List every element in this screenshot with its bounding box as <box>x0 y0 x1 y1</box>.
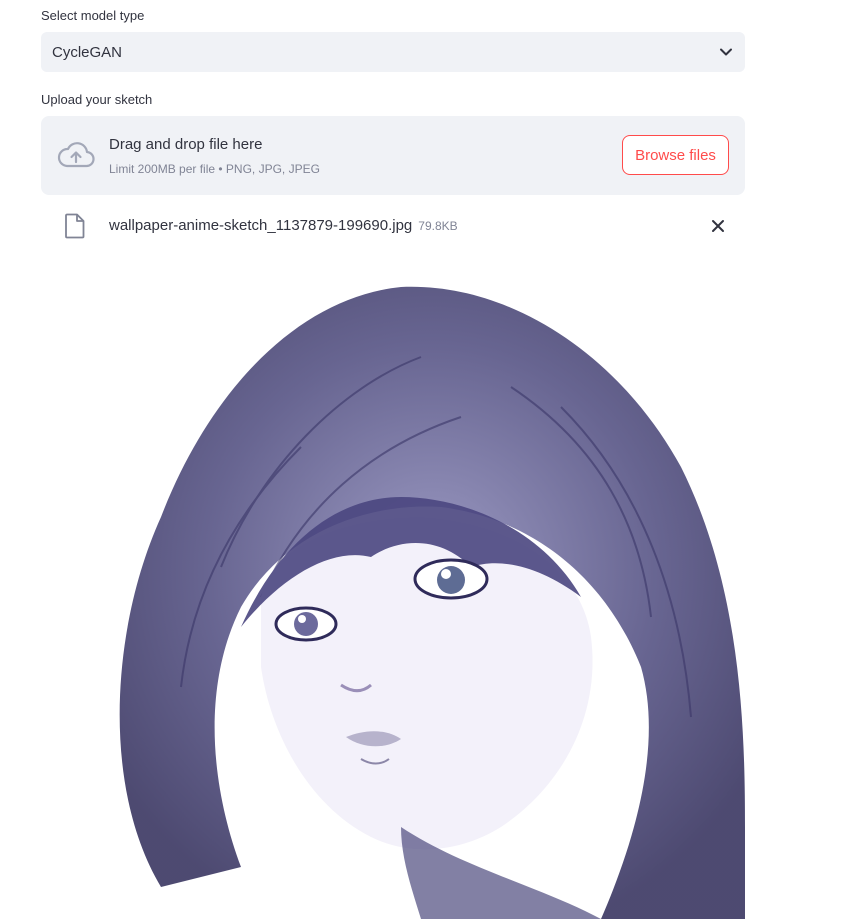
file-icon <box>64 213 86 239</box>
uploader-label: Upload your sketch <box>41 92 153 107</box>
dropzone-title: Drag and drop file here <box>109 136 263 153</box>
model-select-value: CycleGAN <box>52 43 123 61</box>
chevron-down-icon <box>719 45 733 59</box>
close-icon[interactable] <box>710 218 726 234</box>
uploaded-file-name: wallpaper-anime-sketch_1137879-199690.jp… <box>109 217 458 234</box>
uploaded-sketch-image <box>41 267 745 919</box>
cloud-upload-icon <box>57 140 95 170</box>
file-size: 79.8KB <box>418 219 458 233</box>
browse-files-button[interactable]: Browse files <box>622 135 729 175</box>
uploaded-file-row: wallpaper-anime-sketch_1137879-199690.jp… <box>41 206 745 246</box>
dropzone-limit: Limit 200MB per file • PNG, JPG, JPEG <box>109 162 320 176</box>
file-dropzone[interactable]: Drag and drop file here Limit 200MB per … <box>41 116 745 195</box>
model-select[interactable]: CycleGAN <box>41 32 745 72</box>
file-name-text: wallpaper-anime-sketch_1137879-199690.jp… <box>109 217 413 234</box>
model-select-label: Select model type <box>41 8 145 23</box>
